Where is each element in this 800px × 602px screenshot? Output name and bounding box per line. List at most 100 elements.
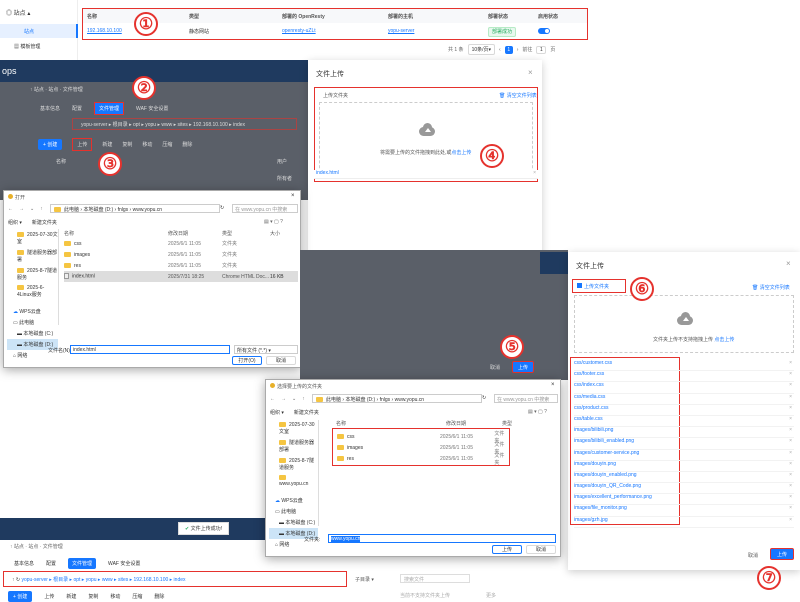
delete-button[interactable]: 删除 (154, 593, 164, 600)
nav-item[interactable]: 2025-6-4Linux服务 (7, 283, 58, 300)
enabled-toggle[interactable] (538, 28, 550, 34)
remove-file-icon[interactable]: × (533, 170, 536, 176)
remove-file-icon[interactable]: × (789, 517, 792, 523)
clear-list-link[interactable]: 🗑 清空文件列表 (499, 92, 537, 99)
nav-item[interactable]: ▬ 本地磁盘 (C:) (269, 517, 318, 528)
organize-button[interactable]: 组织 ▾ (270, 409, 284, 416)
remove-file-icon[interactable]: × (789, 450, 792, 456)
upload-button[interactable]: 上传 (44, 593, 54, 600)
nav-item[interactable]: 2025-07-30文室 (7, 229, 58, 247)
drop-zone[interactable]: 将需要上传的文件拖拽到此处,或点击上传 (319, 102, 533, 178)
remove-file-icon[interactable]: × (789, 483, 792, 489)
back-icon[interactable]: ← (8, 206, 13, 212)
file-row[interactable]: res 2025/6/1 11:05 文件夹 (64, 260, 298, 271)
compress-button[interactable]: 压缩 (132, 593, 142, 600)
tab-files[interactable]: 文件管理 (94, 102, 125, 115)
nav-item[interactable]: 2025-07-30文室 (269, 420, 318, 437)
sidebar-section[interactable]: ◎ 站点 ▴ (6, 8, 30, 17)
remove-file-icon[interactable]: × (789, 394, 792, 400)
address-bar[interactable]: 此电脑 › 本地磁盘 (D:) › fnlgs › www.yopu.cn (312, 394, 482, 403)
tab-basic[interactable]: 基本信息 (14, 560, 34, 567)
select-folder-button[interactable]: 上传 (492, 545, 522, 554)
move-button[interactable]: 移动 (142, 141, 152, 148)
dropdown-icon[interactable]: ⌄ (292, 396, 296, 402)
remove-file-icon[interactable]: × (789, 427, 792, 433)
path-bar[interactable]: yopu-server ▸ 根目录 ▸ opt ▸ yopu ▸ www ▸ s… (72, 118, 297, 130)
nav-item[interactable]: 2025-8-7隧道服务 (7, 265, 58, 283)
nav-item[interactable]: ▬ 本地磁盘 (C:) (7, 328, 58, 339)
click-upload-link[interactable]: 点击上传 (714, 337, 734, 343)
file-row[interactable]: css 2025/6/1 11:05 文件夹 (64, 238, 298, 249)
goto-page-input[interactable]: 1 (536, 45, 547, 54)
nav-item[interactable]: 隧道服务器部署 (269, 437, 318, 455)
file-row[interactable]: images 2025/6/1 11:05 文件夹 (337, 442, 509, 455)
page-1-button[interactable]: 1 (504, 45, 513, 54)
tab-config[interactable]: 配置 (72, 105, 82, 112)
copy-button[interactable]: 复制 (122, 141, 132, 148)
tab-files[interactable]: 文件管理 (68, 558, 97, 569)
nav-item[interactable]: ▭ 此电脑 (7, 317, 58, 328)
upload-button[interactable]: 上传 (770, 548, 794, 560)
move-button[interactable]: 移动 (110, 593, 120, 600)
address-bar[interactable]: 此电脑 › 本地磁盘 (D:) › fnlgs › www.yopu.cn (50, 204, 220, 213)
view-icons[interactable]: ▤ ▾ ▢ ? (264, 219, 283, 225)
search-box[interactable]: 在 www.yopu.cn 中搜索 (232, 204, 298, 213)
prev-page-button[interactable]: ‹ (499, 47, 501, 53)
new-button[interactable]: 新建 (66, 593, 76, 600)
upload-confirm-button[interactable]: 上传 (512, 361, 534, 373)
up-icon[interactable]: ↑ (302, 396, 305, 402)
remove-file-icon[interactable]: × (789, 494, 792, 500)
nav-item[interactable]: ☁ WPS云盘 (269, 489, 318, 506)
organize-button[interactable]: 组织 ▾ (8, 219, 22, 226)
nav-item[interactable]: ▭ 此电脑 (269, 506, 318, 517)
search-box[interactable]: 在 www.yopu.cn 中搜索 (494, 394, 558, 403)
more-icons[interactable]: 更多 (486, 592, 496, 599)
cancel-button[interactable]: 取消 (748, 552, 758, 559)
remove-file-icon[interactable]: × (789, 505, 792, 511)
view-icons[interactable]: ▤ ▾ ▢ ? (528, 409, 547, 415)
window-close-icon[interactable]: × (291, 193, 295, 199)
nav-item[interactable]: 隧道服务器部署 (7, 247, 58, 265)
remove-file-icon[interactable]: × (789, 360, 792, 366)
file-row[interactable]: images 2025/6/1 11:05 文件夹 (64, 249, 298, 260)
upload-button[interactable]: 上传 (72, 138, 93, 151)
up-icon[interactable]: ↑ (40, 206, 43, 212)
nav-item[interactable]: 2025-8-7隧道服务 (269, 455, 318, 473)
remove-file-icon[interactable]: × (789, 405, 792, 411)
new-folder-button[interactable]: 新建文件夹 (32, 219, 57, 226)
folder-input[interactable]: www.yopu.cn (328, 534, 556, 543)
cancel-button[interactable]: 取消 (526, 545, 556, 554)
tab-config[interactable]: 配置 (46, 560, 56, 567)
refresh-icon[interactable]: ↻ (482, 395, 486, 401)
nav-item[interactable]: ☁ WPS云盘 (7, 300, 58, 317)
page-size-select[interactable]: 10条/页 ▾ (467, 44, 496, 55)
remove-file-icon[interactable]: × (789, 461, 792, 467)
compress-button[interactable]: 压缩 (162, 141, 172, 148)
cancel-button[interactable]: 取消 (266, 356, 296, 365)
remove-file-icon[interactable]: × (789, 416, 792, 422)
path-bar[interactable]: ↑ ↻ yopu-server ▸ 根目录 ▸ opt ▸ yopu ▸ www… (3, 571, 347, 587)
window-close-icon[interactable]: × (551, 382, 555, 388)
file-row-selected[interactable]: index.html 2025/7/31 18:25 Chrome HTML Doc… (64, 271, 298, 282)
tab-waf[interactable]: WAF 安全设置 (108, 560, 140, 567)
tab-basic[interactable]: 基本信息 (40, 105, 60, 112)
back-icon[interactable]: ← (270, 396, 275, 402)
refresh-icon[interactable]: ↻ (220, 205, 224, 211)
sidebar-item-template[interactable]: ▦ 模板管理 (14, 43, 40, 50)
close-icon[interactable]: × (528, 68, 533, 77)
next-page-button[interactable]: › (517, 47, 519, 53)
open-button[interactable]: 打开(O) (232, 356, 262, 365)
new-folder-button[interactable]: 新建文件夹 (294, 409, 319, 416)
upload-folder-tab-box[interactable]: 上传文件夹 (572, 279, 626, 293)
nav-item[interactable]: www.yopu.cn (269, 473, 318, 489)
remove-file-icon[interactable]: × (789, 438, 792, 444)
create-button[interactable]: + 创建 (8, 591, 33, 602)
forward-icon[interactable]: → (281, 396, 286, 402)
create-button[interactable]: + 创建 (38, 139, 63, 150)
filter-input[interactable]: 搜索文件 (400, 574, 470, 583)
remove-file-icon[interactable]: × (789, 472, 792, 478)
subdir-select[interactable]: 子目录 ▾ (355, 576, 374, 583)
upload-folder-tab[interactable]: 上传文件夹 (323, 92, 348, 99)
remove-file-icon[interactable]: × (789, 382, 792, 388)
new-button[interactable]: 新建 (102, 141, 112, 148)
